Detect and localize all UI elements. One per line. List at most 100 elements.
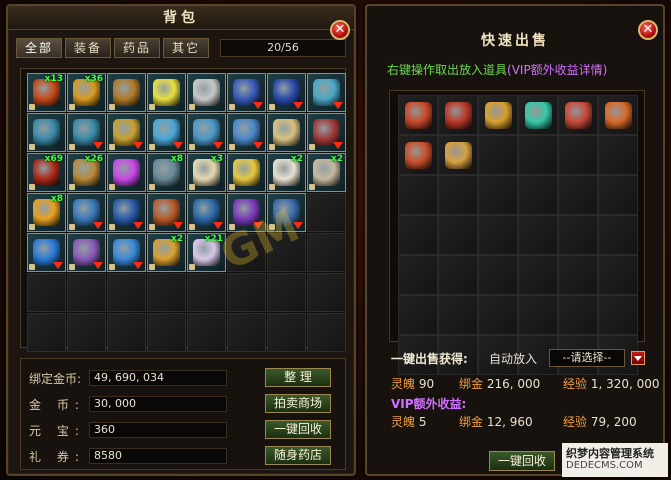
inventory-slot[interactable] [147, 113, 186, 152]
sell-slot[interactable] [478, 215, 518, 255]
sell-slot[interactable] [398, 135, 438, 175]
tab-all[interactable]: 全部 [16, 38, 62, 58]
inventory-slot[interactable] [27, 233, 66, 272]
sell-slot[interactable] [478, 135, 518, 175]
inventory-slot[interactable] [107, 153, 146, 192]
inventory-slot[interactable] [267, 113, 306, 152]
inventory-slot[interactable]: x3 [187, 153, 226, 192]
sell-slot[interactable] [518, 175, 558, 215]
inventory-slot[interactable] [187, 193, 226, 232]
sell-slot[interactable] [598, 135, 638, 175]
inventory-slot[interactable] [27, 273, 66, 312]
inventory-slot[interactable] [27, 313, 66, 352]
inventory-slot[interactable]: x13 [27, 73, 66, 112]
inventory-slot[interactable] [107, 233, 146, 272]
sell-slot[interactable] [518, 295, 558, 335]
inventory-slot[interactable] [227, 73, 266, 112]
pharmacy-button[interactable]: 随身药店 [265, 446, 331, 465]
sell-slot[interactable] [518, 255, 558, 295]
sell-slot[interactable] [438, 175, 478, 215]
sell-slot[interactable] [518, 135, 558, 175]
sell-slot[interactable] [398, 255, 438, 295]
inventory-slot[interactable] [107, 73, 146, 112]
auction-button[interactable]: 拍卖商场 [265, 394, 331, 413]
sell-slot[interactable] [518, 95, 558, 135]
sell-slot[interactable] [478, 175, 518, 215]
inventory-slot[interactable] [67, 233, 106, 272]
sell-slot[interactable] [558, 175, 598, 215]
recycle-button[interactable]: 一键回收 [265, 420, 331, 439]
inventory-slot[interactable] [187, 73, 226, 112]
inventory-slot[interactable] [147, 193, 186, 232]
tab-potions[interactable]: 药品 [114, 38, 160, 58]
sell-slot[interactable] [438, 95, 478, 135]
inventory-slot[interactable] [67, 193, 106, 232]
inventory-slot[interactable] [227, 113, 266, 152]
inventory-slot[interactable] [187, 313, 226, 352]
quick-sell-close-icon[interactable]: ✕ [638, 20, 658, 40]
inventory-slot[interactable] [107, 313, 146, 352]
sell-slot[interactable] [398, 215, 438, 255]
inventory-slot[interactable] [147, 273, 186, 312]
one-click-recycle-button[interactable]: 一键回收 [489, 451, 555, 471]
inventory-slot[interactable]: x26 [67, 153, 106, 192]
inventory-slot[interactable] [147, 73, 186, 112]
sell-slot[interactable] [398, 175, 438, 215]
inventory-slot[interactable] [27, 113, 66, 152]
sell-slot[interactable] [398, 95, 438, 135]
inventory-slot[interactable] [227, 313, 266, 352]
inventory-slot[interactable] [227, 153, 266, 192]
inventory-slot[interactable] [307, 313, 346, 352]
sell-slot[interactable] [558, 295, 598, 335]
inventory-slot[interactable] [67, 313, 106, 352]
sell-slot[interactable] [478, 295, 518, 335]
sell-slot[interactable] [478, 95, 518, 135]
sell-slot[interactable] [438, 215, 478, 255]
inventory-slot[interactable]: x8 [147, 153, 186, 192]
inventory-slot[interactable] [267, 73, 306, 112]
inventory-slot[interactable] [307, 73, 346, 112]
sell-slot[interactable] [598, 255, 638, 295]
inventory-slot[interactable] [67, 113, 106, 152]
sell-slot[interactable] [598, 175, 638, 215]
inventory-slot[interactable] [307, 113, 346, 152]
sell-slot[interactable] [598, 215, 638, 255]
sell-slot[interactable] [438, 255, 478, 295]
inventory-slot[interactable] [267, 273, 306, 312]
backpack-close-icon[interactable]: ✕ [330, 20, 350, 40]
vip-details-link[interactable]: (VIP额外收益详情) [507, 63, 607, 77]
sell-slot[interactable] [598, 295, 638, 335]
inventory-slot[interactable]: x2 [147, 233, 186, 272]
sort-button[interactable]: 整 理 [265, 368, 331, 387]
inventory-slot[interactable] [67, 273, 106, 312]
sell-slot[interactable] [518, 215, 558, 255]
inventory-slot[interactable]: x2 [267, 153, 306, 192]
inventory-slot[interactable]: x69 [27, 153, 66, 192]
inventory-slot[interactable] [267, 313, 306, 352]
inventory-slot[interactable] [307, 233, 346, 272]
tab-equipment[interactable]: 装备 [65, 38, 111, 58]
sell-slot[interactable] [438, 135, 478, 175]
sell-slot[interactable] [558, 215, 598, 255]
chevron-down-icon[interactable] [631, 351, 645, 365]
inventory-slot[interactable]: x8 [27, 193, 66, 232]
inventory-slot[interactable] [107, 273, 146, 312]
inventory-slot[interactable]: x2 [307, 153, 346, 192]
sell-slot[interactable] [438, 295, 478, 335]
inventory-slot[interactable] [187, 113, 226, 152]
inventory-slot[interactable]: x36 [67, 73, 106, 112]
sell-slot[interactable] [558, 255, 598, 295]
inventory-slot[interactable] [107, 113, 146, 152]
inventory-slot[interactable] [307, 193, 346, 232]
sell-slot[interactable] [598, 95, 638, 135]
inventory-slot[interactable] [147, 313, 186, 352]
sell-slot[interactable] [398, 295, 438, 335]
sell-slot[interactable] [478, 255, 518, 295]
inventory-slot[interactable] [187, 273, 226, 312]
tab-other[interactable]: 其它 [163, 38, 209, 58]
auto-put-select[interactable]: --请选择-- [549, 349, 625, 367]
inventory-slot[interactable] [307, 273, 346, 312]
sell-slot[interactable] [558, 95, 598, 135]
sell-slot[interactable] [558, 135, 598, 175]
inventory-slot[interactable] [107, 193, 146, 232]
